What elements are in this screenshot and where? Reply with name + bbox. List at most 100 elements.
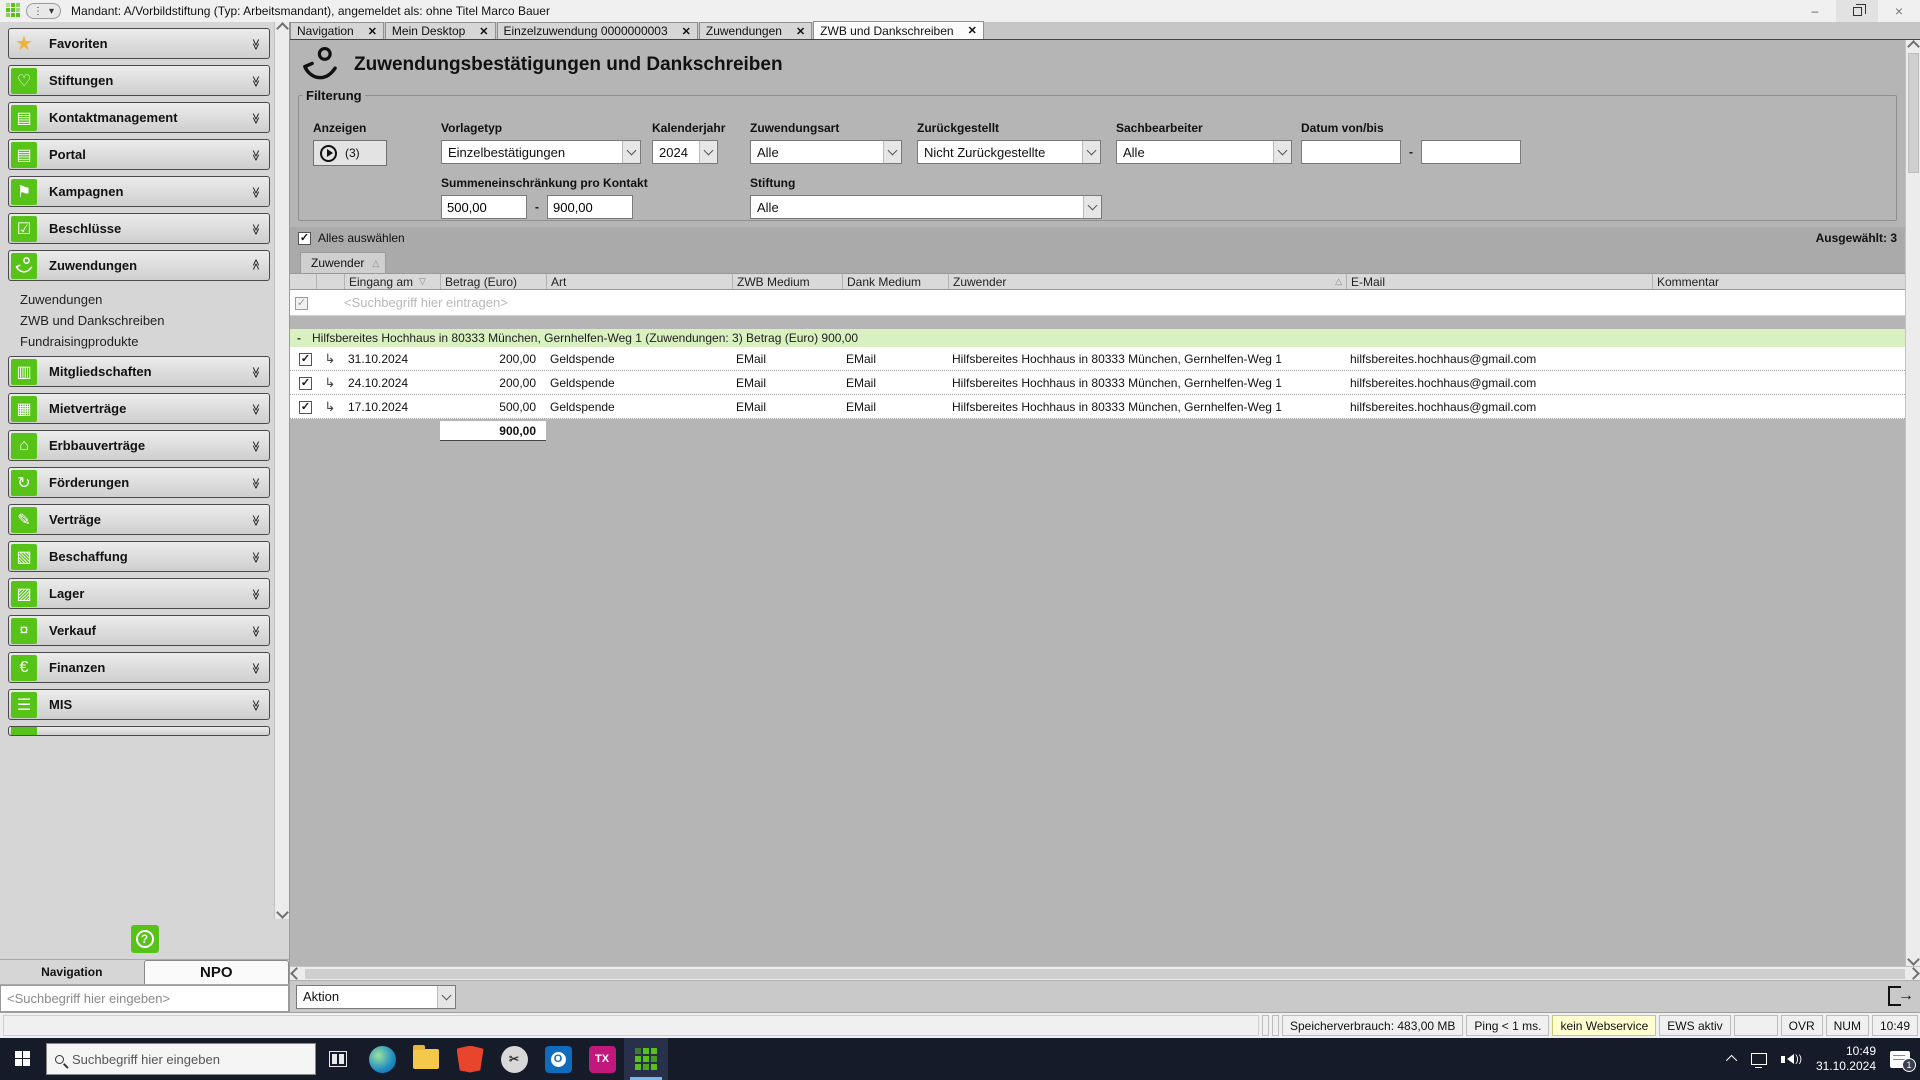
taskbar-app-edge[interactable] [360,1038,404,1080]
sidebar-item-verkauf[interactable]: ¤ Verkauf ≫ [8,615,270,646]
tab-zuwendungen[interactable]: Zuwendungen ✕ [698,22,813,39]
sidebar-item-lager[interactable]: ▨ Lager ≫ [8,578,270,609]
taskbar-app-explorer[interactable] [404,1038,448,1080]
start-button[interactable] [0,1038,46,1080]
sidebar-item-portal[interactable]: ▤ Portal ≫ [8,139,270,170]
sidebar-subitem-zuwendungen[interactable]: Zuwendungen [20,289,270,310]
notification-icon[interactable]: 1 [1890,1050,1916,1072]
sidebar-search-input[interactable] [0,985,289,1012]
summe-bis-input[interactable] [547,195,633,219]
table-row[interactable]: ↳ 24.10.2024 200,00 Geldspende EMail EMa… [290,371,1905,395]
sidebar-item-foerderungen[interactable]: ↻ Förderungen ≫ [8,467,270,498]
filter-row-checkbox[interactable] [295,296,308,310]
taskbar-app-outlook[interactable]: O [536,1038,580,1080]
scroll-up-icon[interactable] [275,22,289,35]
scrollbar-lane[interactable] [305,968,1905,979]
taskbar-app-brave[interactable] [448,1038,492,1080]
sidebar-item-stiftungen[interactable]: ♡ Stiftungen ≫ [8,65,270,96]
chevron-double-down-icon: ≫ [249,588,262,599]
table-row[interactable]: ↳ 17.10.2024 500,00 Geldspende EMail EMa… [290,395,1905,419]
sidebar-item-zuwendungen[interactable]: Zuwendungen ≫ [8,250,270,281]
select-all-checkbox[interactable] [298,231,311,245]
sidebar-subitem-fundraisingprodukte[interactable]: Fundraisingprodukte [20,331,270,352]
main-scrollbar[interactable] [1905,40,1920,966]
datum-bis-input[interactable] [1421,140,1521,164]
sidebar-item-kontaktmanagement[interactable]: ▤ Kontaktmanagement ≫ [8,102,270,133]
help-button[interactable]: ? [130,925,159,953]
sachbearbeiter-select[interactable]: Alle [1116,140,1292,164]
sidebar-item-beschaffung[interactable]: ▧ Beschaffung ≫ [8,541,270,572]
summe-von-input[interactable] [441,195,527,219]
horizontal-scrollbar[interactable] [290,966,1920,980]
taskbar-clock[interactable]: 10:49 31.10.2024 [1816,1044,1876,1074]
restore-button[interactable] [1836,0,1878,22]
sidebar-item-mis[interactable]: ☰ MIS ≫ [8,689,270,720]
scroll-up-icon[interactable] [1906,40,1920,53]
stiftung-select[interactable]: Alle [750,195,1102,219]
sidebar-item-mitgliedschaften[interactable]: ▥ Mitgliedschaften ≫ [8,356,270,387]
sidebar-item-finanzen[interactable]: € Finanzen ≫ [8,652,270,683]
sidebar-scrollbar[interactable] [274,22,289,919]
table-row[interactable]: ↳ 31.10.2024 200,00 Geldspende EMail EMa… [290,347,1905,371]
scroll-down-icon[interactable] [1906,953,1920,966]
task-view-button[interactable] [316,1038,360,1080]
sidebar-item-clipped[interactable] [8,726,270,736]
taskbar-app-snip[interactable]: ✂ [492,1038,536,1080]
aktion-select[interactable]: Aktion [296,984,456,1009]
tab-navigation[interactable]: Navigation ✕ [290,22,384,39]
scroll-down-icon[interactable] [275,906,289,919]
vorlagetyp-select[interactable]: Einzelbestätigungen [441,140,641,164]
tab-close-icon[interactable]: ✕ [682,25,691,38]
col-kommentar[interactable]: Kommentar [1652,274,1905,289]
tray-expand-icon[interactable] [1726,1054,1738,1067]
tab-close-icon[interactable]: ✕ [796,25,805,38]
col-email[interactable]: E-Mail [1346,274,1652,289]
taskbar-app-npo[interactable] [624,1038,668,1080]
col-betrag[interactable]: Betrag (Euro) [440,274,546,289]
group-header-row[interactable]: - Hilfsbereites Hochhaus in 80333 Münche… [290,329,1905,347]
taskbar-search-input[interactable] [72,1051,307,1067]
row-checkbox[interactable] [299,352,312,366]
sidebar-item-favoriten[interactable]: ★ Favoriten ≫ [8,28,270,59]
row-checkbox[interactable] [299,400,312,414]
minimize-button[interactable]: – [1794,0,1836,22]
col-zwb-medium[interactable]: ZWB Medium [732,274,842,289]
logout-button[interactable]: → [1884,984,1914,1010]
col-zuwender[interactable]: Zuwender △ [948,274,1346,289]
sidebar-tab-navigation[interactable]: Navigation [0,960,144,984]
group-by-chip[interactable]: Zuwender △ [300,252,387,273]
tab-zwb-und-dankschreiben[interactable]: ZWB und Dankschreiben ✕ [813,21,984,39]
tab-close-icon[interactable]: ✕ [479,25,488,38]
row-checkbox[interactable] [299,376,312,390]
sidebar-subitem-zwb-und-dankschreiben[interactable]: ZWB und Dankschreiben [20,310,270,331]
sidebar-item-erbbauvertraege[interactable]: ⌂ Erbbauverträge ≫ [8,430,270,461]
table-search-input[interactable] [344,295,1905,310]
taskbar-app-tx[interactable]: TX [580,1038,624,1080]
tab-einzelzuwendung[interactable]: Einzelzuwendung 0000000003 ✕ [496,22,698,39]
sidebar-tab-npo[interactable]: NPO [143,960,289,984]
window-menu-button[interactable]: ⋮ ▾ [26,3,62,19]
tab-mein-desktop[interactable]: Mein Desktop ✕ [384,22,496,39]
col-art[interactable]: Art [546,274,732,289]
sidebar-item-vertraege[interactable]: ✎ Verträge ≫ [8,504,270,535]
taskbar-search[interactable] [46,1043,316,1075]
network-icon[interactable] [1751,1053,1768,1068]
sidebar-item-mietvertraege[interactable]: ▦ Mietverträge ≫ [8,393,270,424]
kalenderjahr-select[interactable]: 2024 [652,140,718,164]
datum-von-input[interactable] [1301,140,1401,164]
col-eingang[interactable]: Eingang am ▽ [344,274,440,289]
tab-close-icon[interactable]: ✕ [368,25,377,38]
col-dank-medium[interactable]: Dank Medium [842,274,948,289]
scroll-left-icon[interactable] [290,967,303,980]
close-button[interactable]: × [1878,0,1920,22]
zuwendungsart-select[interactable]: Alle [750,140,902,164]
speaker-icon[interactable]: )) [1781,1054,1802,1065]
anzeigen-button[interactable]: (3) [313,140,387,166]
scrollbar-thumb[interactable] [1907,53,1919,173]
zurueckgestellt-select[interactable]: Nicht Zurückgestellte [917,140,1101,164]
sidebar-item-kampagnen[interactable]: ⚑ Kampagnen ≫ [8,176,270,207]
tab-close-icon[interactable]: ✕ [968,24,977,37]
collapse-icon[interactable]: - [294,331,304,345]
scroll-right-icon[interactable] [1907,967,1920,980]
sidebar-item-beschluesse[interactable]: ☑ Beschlüsse ≫ [8,213,270,244]
